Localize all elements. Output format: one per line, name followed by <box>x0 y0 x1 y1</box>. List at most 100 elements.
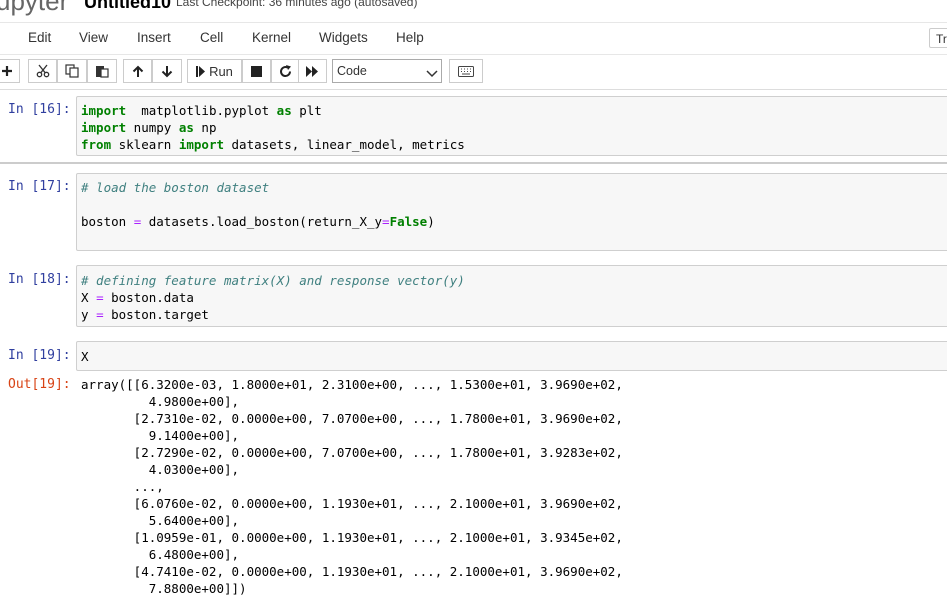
code-token: as <box>276 103 292 118</box>
code-token: matplotlib.pyplot <box>126 103 277 118</box>
code-cell-19[interactable]: In [19]: X Out[19]: array([[6.3200e-03, … <box>0 339 947 614</box>
copy-button[interactable] <box>57 59 87 83</box>
code-line: boston = datasets.load_boston(return_X_y… <box>81 213 435 230</box>
code-line: X <box>81 348 89 365</box>
code-token: boston.data <box>103 290 194 305</box>
output-line: [2.7290e-02, 0.0000e+00, 7.0700e+00, ...… <box>81 445 623 460</box>
code-token: False <box>389 214 428 229</box>
stop-icon <box>251 65 262 77</box>
insert-cell-button[interactable] <box>0 59 20 83</box>
code-token: from <box>81 137 112 152</box>
chevron-down-icon <box>426 64 438 86</box>
code-token: datasets.load_boston(return_X_y <box>141 214 383 229</box>
toolbar-divider <box>0 89 947 90</box>
code-token: = <box>382 214 390 229</box>
notebook-name[interactable]: Untitled10 <box>84 0 171 13</box>
code-token: import <box>81 120 127 135</box>
trusted-indicator[interactable]: Tr <box>929 28 947 48</box>
code-token: y <box>81 307 97 322</box>
code-text: # defining feature matrix(X) and respons… <box>81 272 465 323</box>
code-cell-16[interactable]: In [16]: import matplotlib.pyplot as plt… <box>0 94 947 162</box>
paste-icon <box>95 64 109 78</box>
menu-cell[interactable]: Cell <box>200 30 223 45</box>
code-line: from sklearn import datasets, linear_mod… <box>81 136 465 153</box>
input-prompt: In [16]: <box>8 102 71 117</box>
menu-kernel[interactable]: Kernel <box>252 30 291 45</box>
input-prompt: In [18]: <box>8 272 71 287</box>
code-token: np <box>193 120 217 135</box>
menu-edit[interactable]: Edit <box>28 30 51 45</box>
run-label: Run <box>209 63 233 79</box>
output-line: [1.0959e-01, 0.0000e+00, 1.1930e+01, ...… <box>81 530 623 545</box>
copy-icon <box>65 64 79 78</box>
restart-icon <box>279 64 292 78</box>
menu-insert[interactable]: Insert <box>137 30 171 45</box>
code-token: sklearn <box>111 137 179 152</box>
code-token: boston.target <box>103 307 209 322</box>
code-editor[interactable]: X <box>76 341 947 371</box>
menu-view[interactable]: View <box>79 30 108 45</box>
output-line: array([[6.3200e-03, 1.8000e+01, 2.3100e+… <box>81 377 623 392</box>
code-editor[interactable]: # defining feature matrix(X) and respons… <box>76 265 947 327</box>
cut-button[interactable] <box>28 59 57 83</box>
run-icon <box>196 65 206 77</box>
code-token: import <box>81 103 127 118</box>
menubar: Edit View Insert Cell Kernel Widgets Hel… <box>0 22 947 55</box>
input-prompt: In [17]: <box>8 179 71 194</box>
code-line: # load the boston dataset <box>81 179 435 196</box>
code-token: boston <box>81 214 134 229</box>
input-prompt: In [19]: <box>8 348 71 363</box>
code-token: # defining feature matrix(X) and respons… <box>81 273 465 288</box>
output-line: 9.1400e+00], <box>81 428 240 443</box>
output-line: ..., <box>81 479 164 494</box>
arrow-down-icon <box>161 65 173 78</box>
code-editor[interactable]: # load the boston dataset boston = datase… <box>76 173 947 251</box>
code-token: as <box>178 120 194 135</box>
code-token: = <box>96 290 104 305</box>
cell-type-select[interactable]: Code <box>332 59 442 83</box>
jupyter-logo[interactable]: upyter <box>0 0 68 17</box>
code-line: import numpy as np <box>81 119 465 136</box>
code-token: ) <box>427 214 435 229</box>
paste-button[interactable] <box>87 59 117 83</box>
move-up-button[interactable] <box>123 59 152 83</box>
code-line: X = boston.data <box>81 289 465 306</box>
code-token: numpy <box>126 120 179 135</box>
output-line: 5.6400e+00], <box>81 513 240 528</box>
output-line: [6.0760e-02, 0.0000e+00, 1.1930e+01, ...… <box>81 496 623 511</box>
arrow-up-icon <box>132 65 144 78</box>
toolbar: Run <box>0 56 947 86</box>
move-down-button[interactable] <box>152 59 182 83</box>
menu-widgets[interactable]: Widgets <box>319 30 368 45</box>
output-line: 6.4800e+00], <box>81 547 240 562</box>
run-button[interactable]: Run <box>187 59 242 83</box>
command-palette-button[interactable] <box>449 59 483 83</box>
code-line: # defining feature matrix(X) and respons… <box>81 272 465 289</box>
code-cell-18[interactable]: In [18]: # defining feature matrix(X) an… <box>0 263 947 329</box>
code-text: import matplotlib.pyplot as plt import nu… <box>81 102 465 153</box>
code-token: X <box>81 290 97 305</box>
output-prompt: Out[19]: <box>8 377 71 392</box>
restart-run-all-button[interactable] <box>298 59 327 83</box>
restart-kernel-button[interactable] <box>271 59 300 83</box>
code-token: import <box>178 137 224 152</box>
code-line: import matplotlib.pyplot as plt <box>81 102 465 119</box>
code-cell-17[interactable]: In [17]: # load the boston dataset boston… <box>0 170 947 256</box>
code-text: X <box>81 348 89 365</box>
code-editor[interactable]: import matplotlib.pyplot as plt import nu… <box>76 96 947 156</box>
cell-type-value: Code <box>337 64 367 78</box>
cut-icon <box>36 64 50 78</box>
code-token: = <box>96 307 104 322</box>
output-line: 4.9800e+00], <box>81 394 240 409</box>
output-line: [2.7310e-02, 0.0000e+00, 7.0700e+00, ...… <box>81 411 623 426</box>
keyboard-icon <box>458 65 474 77</box>
interrupt-kernel-button[interactable] <box>242 59 271 83</box>
code-token: # load the boston dataset <box>81 180 270 195</box>
code-token: X <box>81 349 89 364</box>
code-token: plt <box>291 103 322 118</box>
fast-forward-icon <box>306 65 319 77</box>
notebook-header: upyter Untitled10 Last Checkpoint: 36 mi… <box>0 0 947 22</box>
menu-help[interactable]: Help <box>396 30 424 45</box>
output-text: array([[6.3200e-03, 1.8000e+01, 2.3100e+… <box>81 376 623 597</box>
